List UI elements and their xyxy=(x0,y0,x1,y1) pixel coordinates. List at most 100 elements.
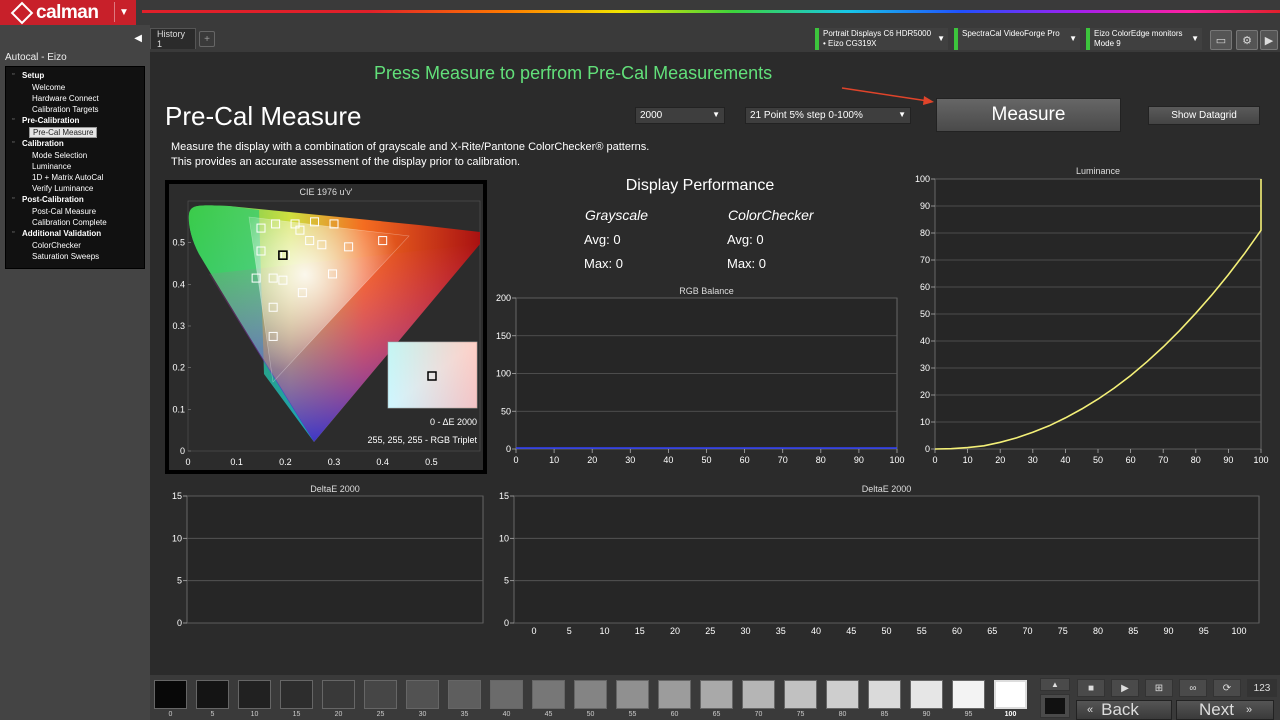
chart-x-tick-label: 100 xyxy=(889,455,904,465)
pattern-swatch-label: 30 xyxy=(418,711,427,718)
double-chevron-right-icon: » xyxy=(1245,704,1253,716)
next-button[interactable]: Next » xyxy=(1176,700,1274,720)
page-title: Pre-Cal Measure xyxy=(165,101,362,131)
chart-title: RGB Balance xyxy=(679,286,734,296)
luminance-chart: Luminance 0 10 20 30 40 50 60 70 80 90 100 0 10 20 30 40… xyxy=(915,166,1269,465)
pattern-swatch-label: 70 xyxy=(754,711,763,718)
scroll-up-icon[interactable]: ▲ xyxy=(1040,678,1070,691)
collapse-sidebar-icon[interactable]: ◀ xyxy=(134,33,142,44)
pattern-swatch[interactable] xyxy=(406,680,439,709)
chart-x-tick-label: 55 xyxy=(917,626,927,636)
nav-item-saturation-sweeps[interactable]: Saturation Sweeps xyxy=(32,252,99,261)
pattern-swatch[interactable] xyxy=(742,680,775,709)
nav-section-post-calibration[interactable]: Post-Calibration xyxy=(12,195,84,204)
chart-x-tick-label: 30 xyxy=(625,455,635,465)
pattern-swatch[interactable] xyxy=(238,680,271,709)
pattern-swatch[interactable] xyxy=(196,680,229,709)
chart-y-tick-label: 0 xyxy=(504,618,509,628)
chart-y-tick-label: 15 xyxy=(499,491,509,501)
chart-x-tick-label: 40 xyxy=(663,455,673,465)
pattern-swatch[interactable] xyxy=(784,680,817,709)
cie-y-tick-label: 0.1 xyxy=(172,404,185,414)
pattern-swatch[interactable] xyxy=(448,680,481,709)
pattern-swatch[interactable] xyxy=(364,680,397,709)
pattern-preview-button[interactable] xyxy=(1040,694,1070,718)
display-selector[interactable]: Eizo ColorEdge monitors Mode 9 ▼ xyxy=(1086,28,1202,50)
nav-item-calibration-targets[interactable]: Calibration Targets xyxy=(32,105,99,114)
nav-section-additional-validation[interactable]: Additional Validation xyxy=(12,229,101,238)
colorchecker-header: ColorChecker xyxy=(728,207,814,223)
gear-icon[interactable]: ⚙ xyxy=(1236,30,1258,50)
nav-item-luminance[interactable]: Luminance xyxy=(32,162,71,171)
pattern-swatch[interactable] xyxy=(574,680,607,709)
pattern-swatch[interactable] xyxy=(868,680,901,709)
show-datagrid-button[interactable]: Show Datagrid xyxy=(1148,106,1260,125)
delta-e-value: 2000 xyxy=(640,110,663,121)
pattern-swatch[interactable] xyxy=(994,680,1027,709)
nav-item-mode-selection[interactable]: Mode Selection xyxy=(32,151,87,160)
nav-item-hardware-connect[interactable]: Hardware Connect xyxy=(32,94,99,103)
pattern-swatch[interactable] xyxy=(154,680,187,709)
stop-icon[interactable]: ■ xyxy=(1077,679,1105,697)
nav-item-verify-luminance[interactable]: Verify Luminance xyxy=(32,184,93,193)
pattern-swatch[interactable] xyxy=(826,680,859,709)
chart-x-tick-label: 60 xyxy=(1126,455,1136,465)
pattern-swatch-label: 10 xyxy=(250,711,259,718)
nav-item-matrix-autocal[interactable]: 1D + Matrix AutoCal xyxy=(32,173,103,182)
nav-section-calibration[interactable]: Calibration xyxy=(12,139,64,148)
chevron-down-icon[interactable]: ▼ xyxy=(114,2,133,22)
nav-item-colorchecker[interactable]: ColorChecker xyxy=(32,241,81,250)
nav-section-pre-calibration[interactable]: Pre-Calibration xyxy=(12,116,79,125)
point-step-select[interactable]: 21 Point 5% step 0-100% ▼ xyxy=(745,107,911,124)
cie-y-tick-label: 0.5 xyxy=(172,238,185,248)
chart-y-tick-label: 10 xyxy=(920,417,930,427)
pattern-swatch[interactable] xyxy=(952,680,985,709)
pattern-swatch[interactable] xyxy=(322,680,355,709)
refresh-icon[interactable]: ⟳ xyxy=(1213,679,1241,697)
chart-title: DeltaE 2000 xyxy=(862,484,912,494)
add-tab-button[interactable]: + xyxy=(199,31,215,47)
grayscale-header: Grayscale xyxy=(585,207,649,223)
scroll-right-icon[interactable]: ▶ xyxy=(1260,30,1278,50)
chart-y-tick-label: 0 xyxy=(506,444,511,454)
pattern-swatch[interactable] xyxy=(658,680,691,709)
meter-device-selector[interactable]: Portrait Displays C6 HDR5000 • Eizo CG31… xyxy=(815,28,948,50)
chart-x-tick-label: 90 xyxy=(1223,455,1233,465)
nav-section-setup[interactable]: Setup xyxy=(12,71,44,80)
pattern-swatch[interactable] xyxy=(490,680,523,709)
nav-item-pre-cal-measure[interactable]: Pre-Cal Measure xyxy=(29,127,98,138)
cie-x-tick-label: 0.4 xyxy=(376,457,389,467)
continuous-read-icon[interactable]: ∞ xyxy=(1179,679,1207,697)
chart-x-tick-label: 70 xyxy=(778,455,788,465)
pattern-swatch[interactable] xyxy=(616,680,649,709)
pattern-swatch[interactable] xyxy=(700,680,733,709)
chart-y-tick-label: 10 xyxy=(499,533,509,543)
device-line: Mode 9 xyxy=(1094,39,1121,48)
pattern-swatch-label: 35 xyxy=(460,711,469,718)
nav-item-post-cal-measure[interactable]: Post-Cal Measure xyxy=(32,207,96,216)
chevron-down-icon: ▼ xyxy=(898,110,906,119)
monitor-icon[interactable]: ▭ xyxy=(1210,30,1232,50)
pattern-swatch-label: 50 xyxy=(586,711,595,718)
read-series-icon[interactable]: ⊞ xyxy=(1145,679,1173,697)
play-icon[interactable]: ▶ xyxy=(1111,679,1139,697)
tab-history-1[interactable]: History 1 xyxy=(150,28,196,49)
cie-title: CIE 1976 u'v' xyxy=(300,187,353,197)
pattern-swatch[interactable] xyxy=(532,680,565,709)
page-description: This provides an accurate assessment of … xyxy=(171,156,521,168)
chart-x-tick-label: 30 xyxy=(1028,455,1038,465)
pattern-swatch-label: 90 xyxy=(922,711,931,718)
chart-y-tick-label: 100 xyxy=(915,174,930,184)
delta-e-select[interactable]: 2000 ▼ xyxy=(635,107,725,124)
nav-item-calibration-complete[interactable]: Calibration Complete xyxy=(32,218,107,227)
pattern-generator-selector[interactable]: SpectraCal VideoForge Pro ▼ xyxy=(954,28,1080,50)
pattern-swatch-label: 40 xyxy=(502,711,511,718)
back-button[interactable]: « Back xyxy=(1076,700,1172,720)
pattern-swatch[interactable] xyxy=(280,680,313,709)
calman-logo-menu[interactable]: calman ▼ xyxy=(0,0,136,25)
cie-y-tick-label: 0.2 xyxy=(172,363,185,373)
pattern-swatch[interactable] xyxy=(910,680,943,709)
chevron-down-icon: ▼ xyxy=(1191,34,1199,43)
nav-item-welcome[interactable]: Welcome xyxy=(32,83,65,92)
measure-button[interactable]: Measure xyxy=(936,98,1121,132)
